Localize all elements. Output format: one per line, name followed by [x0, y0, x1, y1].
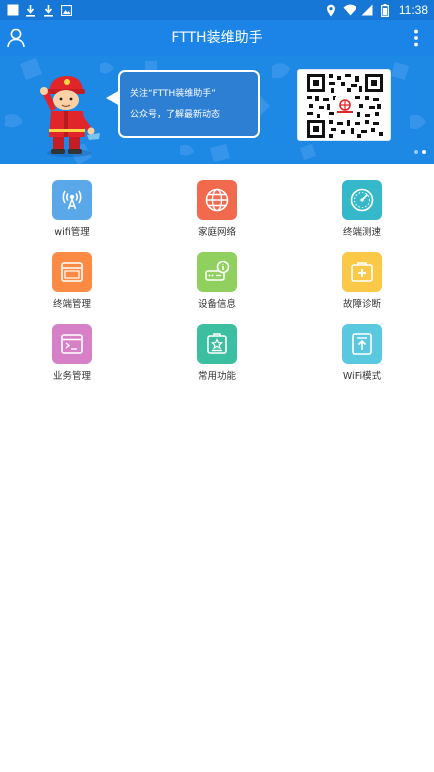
wifi-icon — [343, 3, 356, 17]
globe-icon — [197, 180, 237, 220]
speedometer-icon — [342, 180, 382, 220]
location-icon — [325, 3, 338, 17]
terminal-icon — [52, 324, 92, 364]
first-aid-icon — [342, 252, 382, 292]
grid-item-business-management[interactable]: 业务管理 — [22, 308, 122, 382]
image-icon — [60, 3, 73, 17]
grid-item-device-info[interactable]: 设备信息 — [167, 236, 267, 310]
status-left-icons — [6, 3, 73, 17]
grid-item-terminal-management[interactable]: 终端管理 — [22, 236, 122, 310]
app-title: FTTH装维助手 — [171, 30, 263, 46]
status-right-icons: 11:38 — [325, 2, 428, 18]
qr-code-image — [297, 69, 391, 141]
promo-banner[interactable]: 关注“FTTH装维助手” 公众号，了解最新动态 — [0, 56, 434, 164]
star-box-icon — [197, 324, 237, 364]
window-icon — [52, 252, 92, 292]
download-icon — [24, 3, 37, 17]
router-info-icon — [197, 252, 237, 292]
grid-item-speed-test[interactable]: 终端测速 — [312, 164, 412, 238]
pager-dot[interactable] — [414, 150, 418, 154]
grid-item-label: 业务管理 — [52, 371, 91, 382]
square-icon — [6, 3, 19, 17]
grid-item-fault-diagnosis[interactable]: 故障诊断 — [312, 236, 412, 310]
signal-icon — [361, 3, 374, 17]
wifi-antenna-icon — [52, 180, 92, 220]
grid-item-label: WiFi模式 — [342, 371, 382, 382]
status-bar: 11:38 — [0, 0, 434, 20]
grid-item-wifi-management[interactable]: wifi管理 — [22, 164, 122, 238]
battery-icon — [379, 3, 392, 17]
speech-bubble: 关注“FTTH装维助手” 公众号，了解最新动态 — [118, 70, 260, 138]
more-vertical-icon[interactable] — [412, 28, 420, 48]
banner-text-line1: 关注“FTTH装维助手” — [130, 89, 216, 99]
app-bar: FTTH装维助手 — [0, 20, 434, 56]
status-time: 11:38 — [398, 3, 428, 17]
grid-item-label: 常用功能 — [197, 371, 236, 382]
worker-mascot-image — [40, 76, 100, 157]
pager-dot-active[interactable] — [422, 150, 426, 154]
banner-pager — [414, 150, 426, 154]
download-icon — [42, 3, 55, 17]
grid-item-common-functions[interactable]: 常用功能 — [167, 308, 267, 382]
grid-item-home-network[interactable]: 家庭网络 — [167, 164, 267, 238]
grid-item-wifi-mode[interactable]: WiFi模式 — [312, 308, 412, 382]
upload-box-icon — [342, 324, 382, 364]
banner-text-line2: 公众号，了解最新动态 — [130, 110, 221, 120]
